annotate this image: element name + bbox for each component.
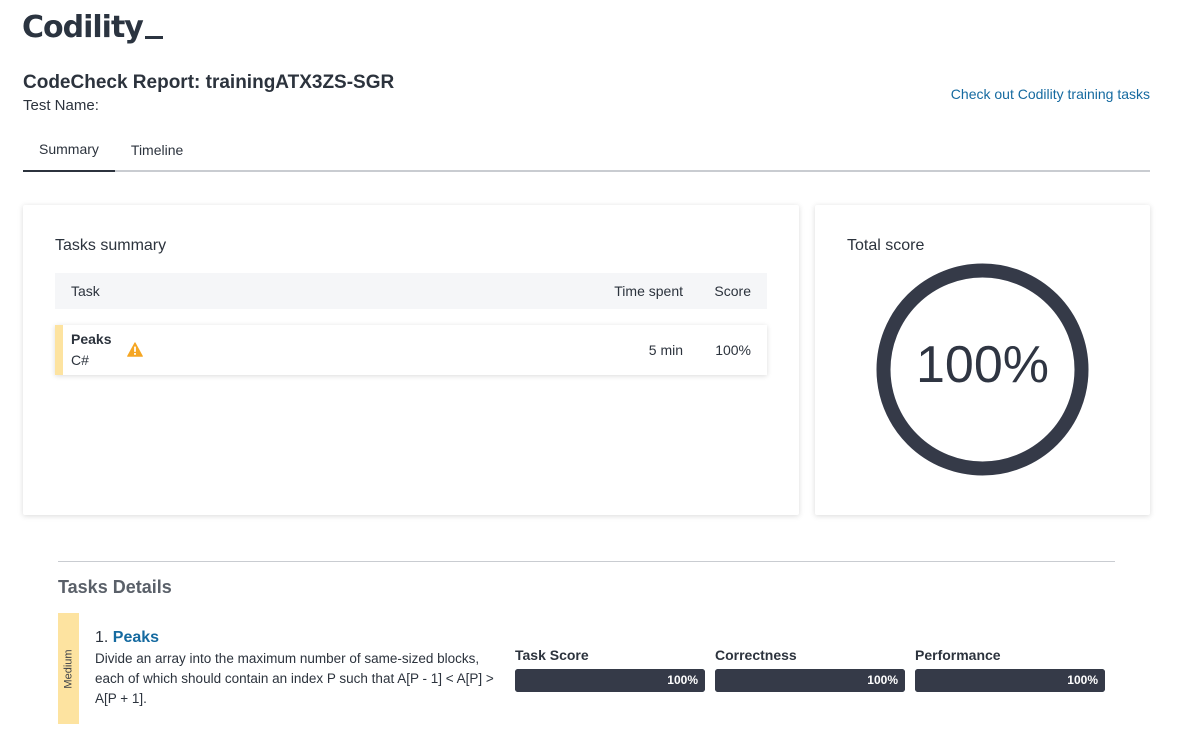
total-score-title: Total score [847, 237, 925, 254]
task-language: C# [71, 352, 89, 368]
column-header-score: Score [714, 283, 751, 299]
tasks-summary-title: Tasks summary [55, 237, 167, 254]
task-description: Divide an array into the maximum number … [95, 651, 494, 706]
tab-summary[interactable]: Summary [23, 135, 115, 172]
total-score-value: 100% [916, 336, 1049, 394]
tasks-details-title: Tasks Details [58, 577, 172, 597]
total-score-card: Total score 100% [815, 205, 1150, 515]
task-heading: 1. Peaks [95, 629, 159, 647]
column-header-time: Time spent [614, 283, 683, 299]
tab-timeline[interactable]: Timeline [115, 135, 199, 172]
task-time-spent: 5 min [648, 342, 683, 358]
report-title: CodeCheck Report: trainingATX3ZS-SGR [23, 72, 395, 93]
report-tabs: Summary Timeline [23, 135, 1150, 172]
codility-logo[interactable]: Codility [22, 10, 163, 45]
task-link-peaks[interactable]: Peaks [113, 629, 159, 646]
metric-bar: 100% [715, 669, 905, 692]
metric-bar: 100% [515, 669, 705, 692]
task-score: 100% [715, 342, 751, 358]
logo-underscore [144, 36, 163, 39]
metric-correctness: Correctness 100% [715, 647, 905, 692]
test-name-label: Test Name: [23, 97, 99, 114]
difficulty-badge: Medium [58, 613, 79, 724]
tasks-table-header: Task Time spent Score [55, 273, 767, 309]
metric-label: Performance [915, 647, 1001, 663]
task-name: Peaks [71, 331, 112, 347]
metric-value: 100% [867, 673, 898, 687]
metric-performance: Performance 100% [915, 647, 1105, 692]
metric-label: Correctness [715, 647, 797, 663]
metric-value: 100% [1067, 673, 1098, 687]
task-number: 1. [95, 629, 109, 646]
tasks-summary-card: Tasks summary Task Time spent Score Peak… [23, 205, 799, 515]
metric-bar: 100% [915, 669, 1105, 692]
table-row[interactable]: Peaks C# 5 min 100% [55, 325, 767, 375]
warning-icon[interactable] [127, 342, 143, 357]
training-tasks-link[interactable]: Check out Codility training tasks [951, 86, 1150, 102]
metric-value: 100% [667, 673, 698, 687]
details-divider [58, 561, 1115, 562]
metric-label: Task Score [515, 647, 589, 663]
column-header-task: Task [71, 283, 100, 299]
metric-task-score: Task Score 100% [515, 647, 705, 692]
